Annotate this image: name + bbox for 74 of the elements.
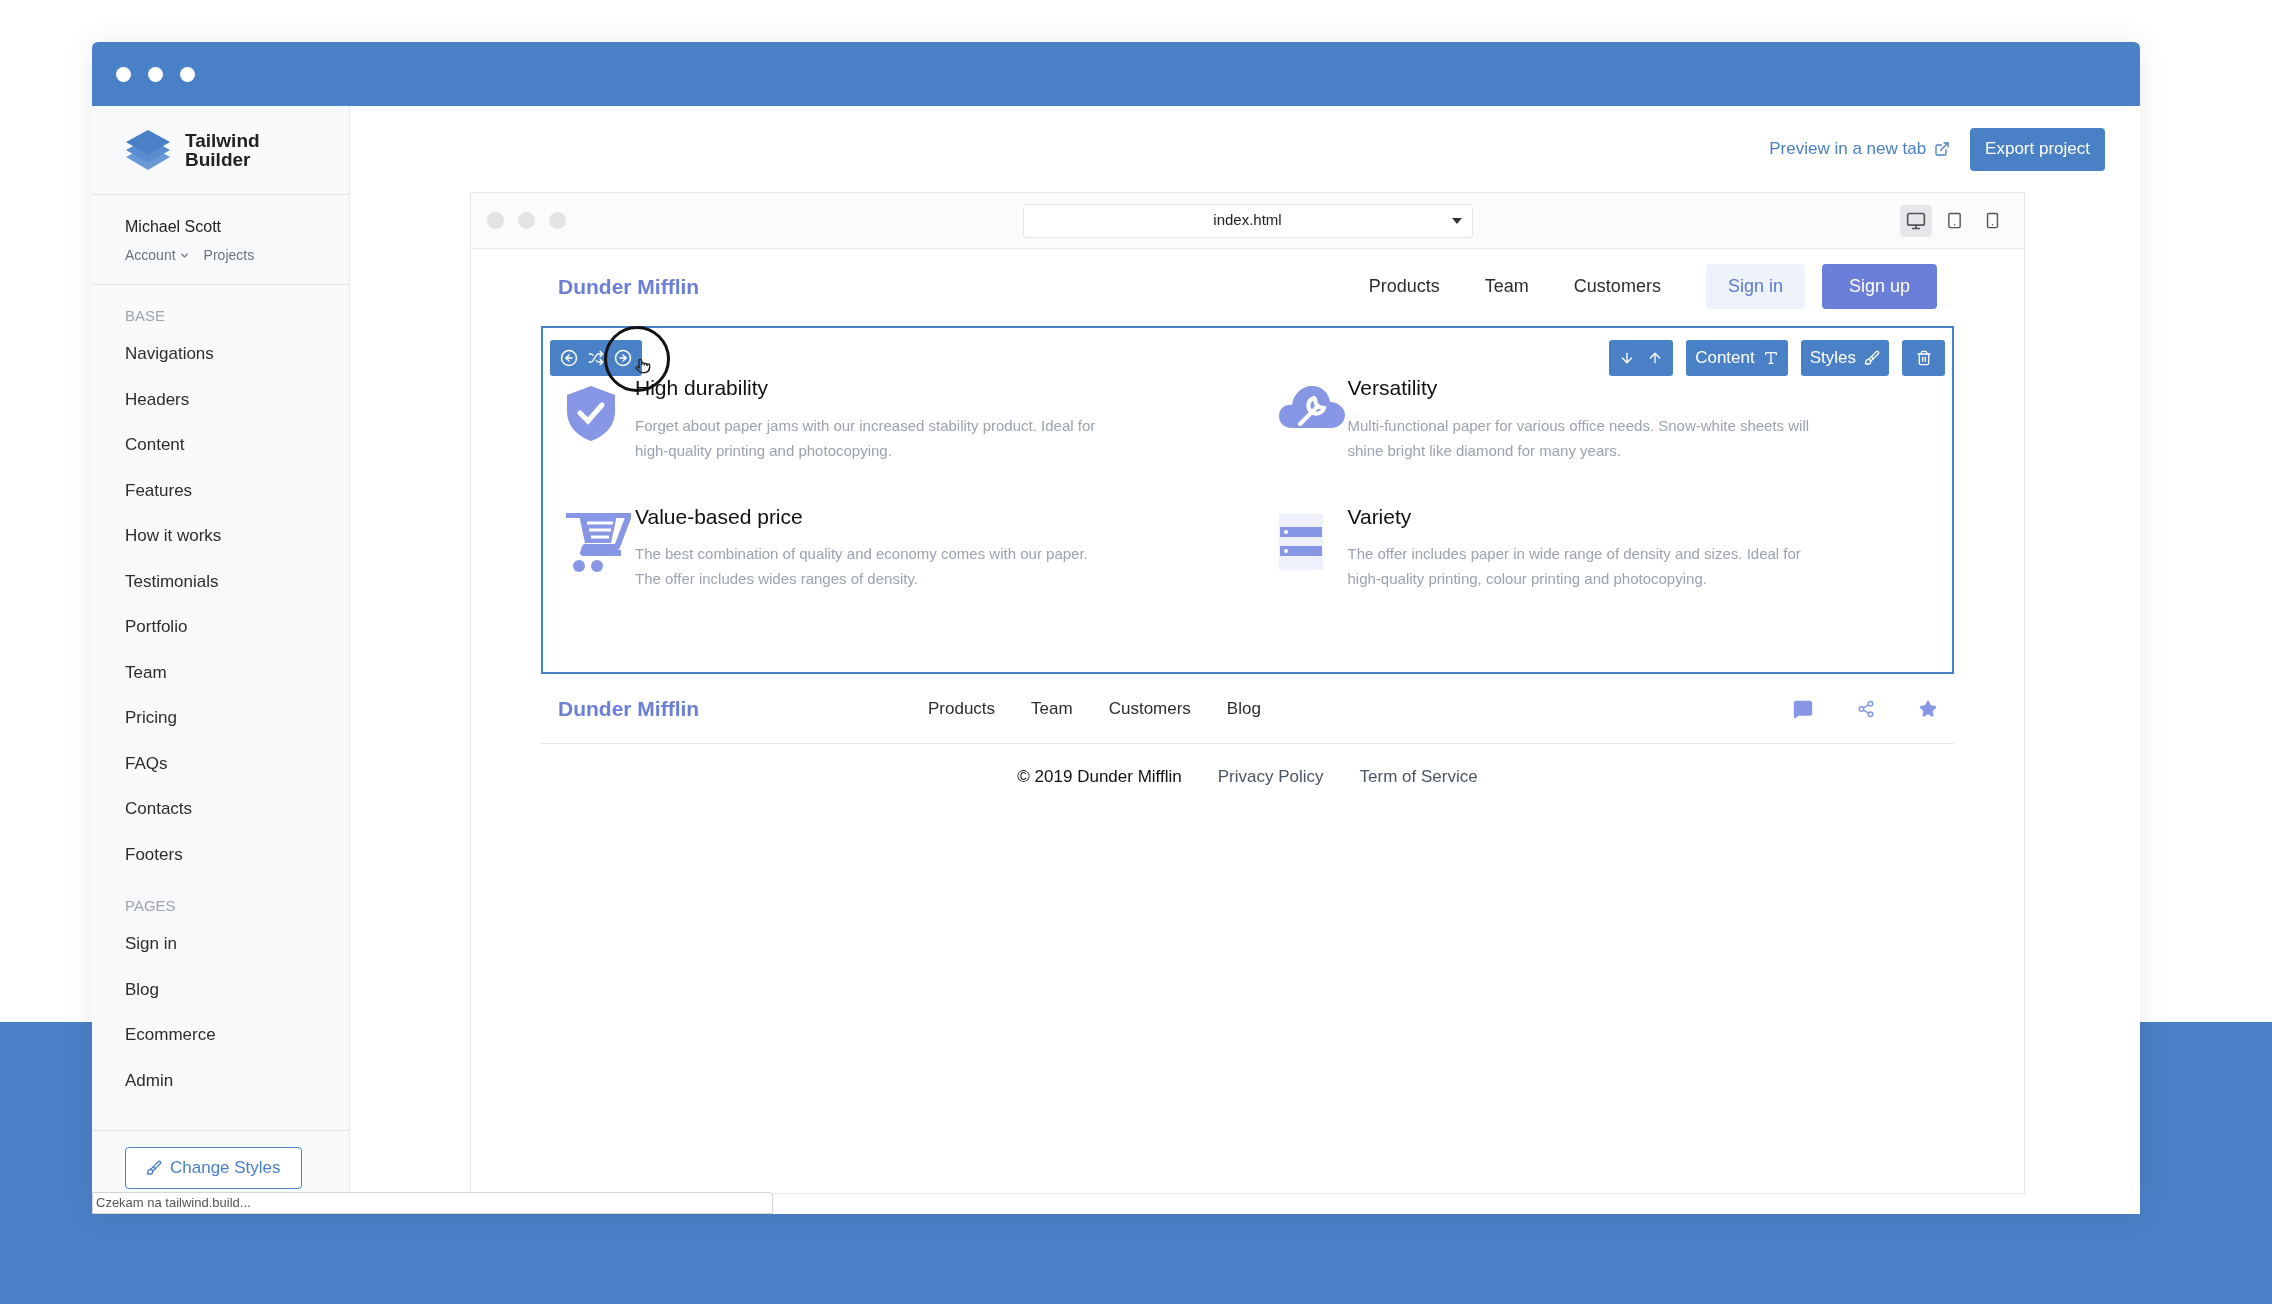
feature-title: Value-based price — [635, 503, 804, 530]
arrow-left-icon[interactable] — [560, 349, 578, 367]
sidebar-item[interactable]: Ecommerce — [125, 1012, 216, 1058]
sidebar-item[interactable]: Team — [125, 649, 167, 695]
brand-name: Dunder Mifflin — [558, 273, 700, 300]
feature-description: Multi-functional paper for various office needs. Snow-white sheets will shine bright like diamond for many years. — [1347, 415, 1811, 461]
sidebar-item[interactable]: Features — [125, 467, 193, 513]
footer-link[interactable]: Team — [1031, 695, 1073, 722]
sidebar-item[interactable]: Sign in — [125, 921, 177, 967]
shield-check-icon — [565, 384, 617, 442]
desktop-icon — [1906, 210, 1926, 231]
footer-link[interactable]: Products — [928, 695, 996, 722]
sidebar-item[interactable]: Portfolio — [125, 604, 188, 650]
sidebar-item[interactable]: Admin — [125, 1057, 174, 1103]
sidebar-item[interactable]: Headers — [125, 376, 190, 422]
export-button[interactable]: Export project — [1970, 127, 2105, 171]
footer-brand: Dunder Mifflin — [558, 695, 701, 722]
legal-link[interactable]: Term of Service — [1359, 764, 1478, 790]
feature-title: High durability — [635, 375, 770, 401]
arrow-right-icon[interactable] — [614, 349, 632, 367]
trash-icon — [1915, 350, 1932, 366]
share-icon[interactable] — [1857, 699, 1875, 718]
move-block-button[interactable] — [1609, 340, 1674, 376]
shuffle-icon[interactable] — [588, 350, 604, 366]
section-heading: PAGES — [125, 897, 177, 915]
section-heading: BASE — [125, 307, 167, 325]
nav-link[interactable]: Customers — [1573, 273, 1661, 300]
user-menu-link[interactable]: Account — [125, 245, 190, 266]
sign-in-button[interactable]: Sign in — [1705, 264, 1805, 309]
server-icon — [1277, 512, 1324, 571]
sidebar-item[interactable]: Contacts — [125, 786, 193, 832]
footer-link[interactable]: Blog — [1226, 695, 1261, 722]
file-select[interactable]: index.html — [1022, 203, 1473, 238]
nav-link[interactable]: Products — [1368, 273, 1440, 300]
feature-title: Variety — [1347, 503, 1413, 530]
desktop-view-button[interactable] — [1900, 204, 1932, 237]
sidebar-item[interactable]: How it works — [125, 513, 222, 559]
shopping-cart-icon — [565, 512, 631, 573]
feature-description: The offer includes paper in wide range of density and sizes. Ideal for high-quality printing, colour printing and photocopying. — [1347, 544, 1802, 589]
user-name: Michael Scott — [125, 217, 223, 237]
delete-button[interactable] — [1902, 340, 1945, 376]
dropdown-caret-icon — [1451, 217, 1462, 224]
brush-icon — [146, 1160, 162, 1176]
change-styles-button[interactable]: Change Styles — [125, 1147, 302, 1189]
legal-link[interactable]: Privacy Policy — [1217, 764, 1324, 790]
sidebar-item[interactable]: Testimonials — [125, 558, 219, 604]
font-icon — [1762, 350, 1779, 366]
external-link-icon — [1934, 141, 1951, 157]
brush-icon — [1864, 350, 1880, 366]
feature-description: The best combination of quality and economy comes with our paper. The offer includes wides ranges of density. — [635, 544, 1089, 589]
footer-link[interactable]: Customers — [1108, 695, 1191, 722]
hand-cursor-icon — [635, 358, 651, 374]
feature-title: Versatility — [1347, 375, 1439, 401]
chat-icon[interactable] — [1793, 698, 1813, 719]
sign-up-button[interactable]: Sign up — [1821, 264, 1937, 309]
sidebar-item[interactable]: Navigations — [125, 331, 214, 377]
user-menu-link[interactable]: Projects — [203, 245, 255, 266]
star-icon[interactable] — [1919, 699, 1937, 718]
sidebar-item[interactable]: FAQs — [125, 740, 168, 786]
feature-description: Forget about paper jams with our increased stability product. Ideal for high-quality printing and photocopying. — [635, 415, 1097, 461]
sidebar-item[interactable]: Pricing — [125, 695, 177, 741]
logo-text: Tailwind Builder — [185, 131, 260, 169]
layers-logo-icon — [125, 129, 171, 171]
sidebar-item[interactable]: Footers — [125, 831, 183, 877]
copyright-text: © 2019 Dunder Mifflin — [1017, 766, 1182, 789]
styles-button[interactable]: Styles — [1800, 340, 1889, 376]
sidebar-item[interactable]: Blog — [125, 966, 160, 1012]
tablet-icon — [1945, 212, 1963, 229]
content-button[interactable]: Content — [1686, 340, 1788, 376]
status-bar: Czekam na tailwind.build... — [92, 1192, 773, 1214]
sidebar-item[interactable]: Content — [125, 422, 185, 468]
cloud-wrench-icon — [1277, 384, 1346, 430]
preview-link[interactable]: Preview in a new tab — [1769, 136, 1951, 162]
nav-link[interactable]: Team — [1484, 273, 1529, 300]
